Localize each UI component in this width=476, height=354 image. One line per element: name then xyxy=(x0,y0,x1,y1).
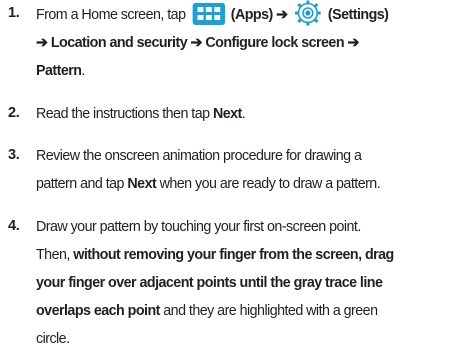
next-label: Next xyxy=(127,176,157,192)
step-number: 1. xyxy=(8,5,20,21)
configure-lock-label: Configure lock screen xyxy=(205,35,345,51)
apps-label: (Apps) xyxy=(230,7,274,23)
step-text: Draw your pattern by touching your first… xyxy=(36,219,394,347)
location-security-label: Location and security xyxy=(50,35,188,51)
settings-label: (Settings) xyxy=(327,7,389,23)
step-text: Review the onscreen animation procedure … xyxy=(36,148,381,192)
step-text: From a Home screen, tap (Apps) ➔ (Settin… xyxy=(36,0,465,85)
step-number: 2. xyxy=(8,105,20,121)
pattern-label: Pattern xyxy=(36,63,82,79)
step-number: 3. xyxy=(8,147,20,163)
apps-icon xyxy=(192,3,226,25)
settings-icon xyxy=(293,0,323,26)
instructions-page: 1. From a Home screen, tap (Apps) ➔ (Set… xyxy=(0,0,476,354)
next-label: Next xyxy=(212,106,242,122)
step-number: 4. xyxy=(8,218,20,234)
step-text: Read the instructions then tap Next. xyxy=(36,106,246,122)
